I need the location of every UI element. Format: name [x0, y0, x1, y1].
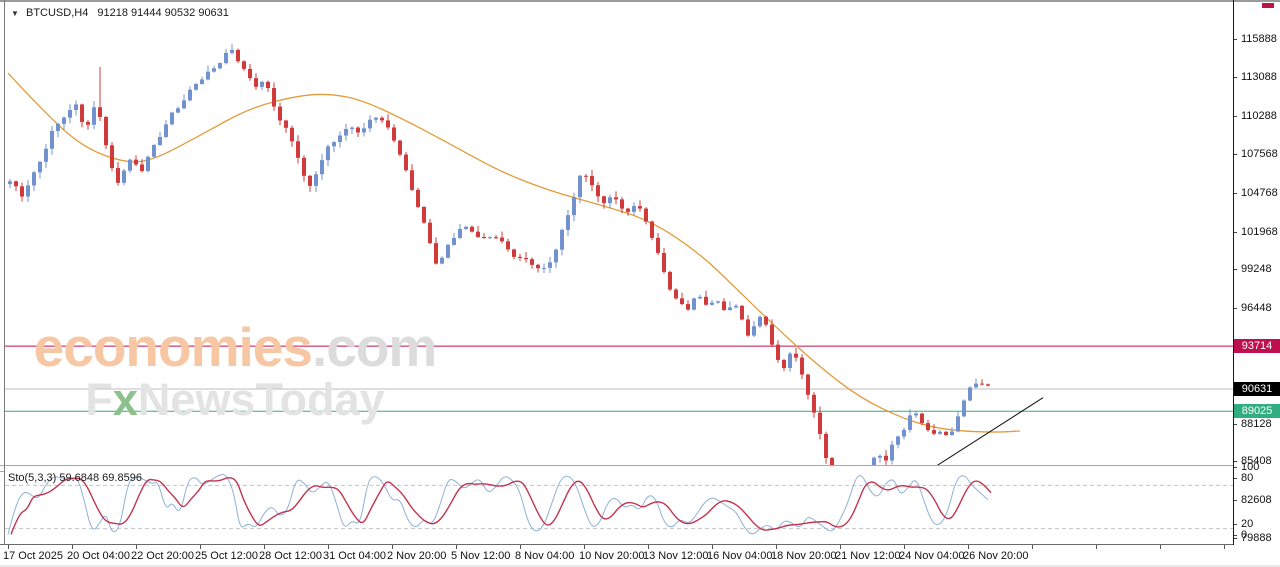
price-tag: 90631	[1234, 382, 1280, 396]
time-label: 26 Nov 20:00	[963, 550, 1028, 562]
time-label: 2 Nov 20:00	[387, 550, 446, 562]
price-tick-label: 107568	[1241, 148, 1278, 160]
time-axis[interactable]: 17 Oct 2025 20 Oct 04:0022 Oct 20:0025 Oc…	[0, 545, 1280, 567]
time-label: 20 Oct 04:00	[67, 550, 130, 562]
stochastic-label: Sto(5,3,3) 59.6848 69.8596	[8, 472, 142, 484]
stochastic-panel[interactable]: Sto(5,3,3) 59.6848 69.8596	[5, 470, 1233, 544]
time-tick-mark	[392, 545, 393, 549]
time-label: 8 Nov 04:00	[515, 550, 574, 562]
time-tick-mark	[1096, 545, 1097, 549]
price-tick-label: 110288	[1241, 110, 1277, 122]
time-label: 21 Nov 12:00	[835, 550, 900, 562]
ohlc-values: 91218 91444 90532 90631	[97, 7, 229, 19]
price-tag: 89025	[1234, 404, 1280, 418]
time-label: 31 Oct 04:00	[323, 550, 386, 562]
price-tick-label: 101968	[1241, 226, 1278, 238]
collapse-triangle-icon[interactable]: ▼	[11, 9, 19, 18]
symbol-ohlc-label: ▼ BTCUSD,H4 91218 91444 90532 90631	[11, 7, 229, 19]
price-axis[interactable]: 115888 113088 110288 107568 104768 101968 9924…	[1234, 0, 1280, 545]
time-tick-mark	[584, 545, 585, 549]
time-label: 13 Nov 12:00	[643, 550, 708, 562]
price-chart-panel[interactable]: economies.com FxNewsToday ▼ BTCUSD,H4 91…	[5, 2, 1233, 465]
price-tick-label: 113088	[1241, 71, 1277, 83]
time-tick-mark	[264, 545, 265, 549]
time-label: 10 Nov 20:00	[579, 550, 644, 562]
chart-window: economies.com FxNewsToday ▼ BTCUSD,H4 91…	[0, 0, 1280, 567]
window-top-border	[0, 0, 1280, 2]
price-tick-label: 96448	[1241, 302, 1272, 314]
sto-scale-label: 80	[1241, 472, 1253, 484]
candlestick-canvas[interactable]	[5, 2, 1233, 465]
time-label: 17 Oct 2025	[3, 550, 63, 562]
price-axis-line	[1233, 0, 1234, 545]
price-tick-label: 115888	[1241, 33, 1277, 45]
time-label: 28 Oct 12:00	[259, 550, 322, 562]
price-tick-label: 88128	[1241, 418, 1272, 430]
time-tick-mark	[776, 545, 777, 549]
time-label: 22 Oct 20:00	[131, 550, 194, 562]
time-label: 25 Oct 12:00	[195, 550, 258, 562]
top-right-marker	[1262, 3, 1274, 8]
time-tick-mark	[712, 545, 713, 549]
time-tick-mark	[456, 545, 457, 549]
time-tick-mark	[904, 545, 905, 549]
time-tick-mark	[520, 545, 521, 549]
stochastic-canvas[interactable]	[5, 470, 1233, 544]
time-tick-mark	[136, 545, 137, 549]
symbol-name: BTCUSD,H4	[26, 7, 88, 19]
price-tick-label: 99248	[1241, 263, 1272, 275]
time-label: 24 Nov 04:00	[899, 550, 964, 562]
time-tick-mark	[72, 545, 73, 549]
price-tag: 93714	[1234, 339, 1280, 353]
price-tick-label: 104768	[1241, 187, 1278, 199]
time-tick-mark	[1224, 545, 1225, 549]
window-left-border	[4, 0, 5, 545]
time-tick-mark	[1160, 545, 1161, 549]
time-tick-mark	[968, 545, 969, 549]
time-tick-mark	[1032, 545, 1033, 549]
time-tick-mark	[328, 545, 329, 549]
sto-scale-label: 0	[1241, 529, 1247, 541]
time-tick-mark	[840, 545, 841, 549]
time-label: 16 Nov 04:00	[707, 550, 772, 562]
time-tick-mark	[200, 545, 201, 549]
time-label: 18 Nov 20:00	[771, 550, 836, 562]
time-tick-mark	[648, 545, 649, 549]
time-label: 5 Nov 12:00	[451, 550, 510, 562]
time-tick-mark	[8, 545, 9, 549]
price-tick-label: 82608	[1241, 494, 1272, 506]
